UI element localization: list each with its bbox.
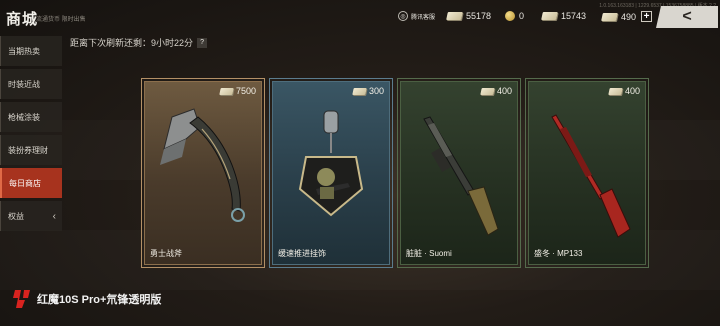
shop-item-card[interactable]: 7500 勇士战斧 (141, 78, 265, 268)
gold-coin-icon (505, 11, 515, 21)
sidebar-item-label: 时装近战 (8, 79, 40, 89)
chevron-left-icon: ‹ (52, 210, 56, 222)
watermark-text: 红魔10S Pro+氘锋透明版 (37, 294, 162, 306)
currency-value: 490 (621, 11, 637, 22)
circle-icon: ◎ (398, 11, 408, 21)
add-currency-button[interactable]: + (641, 11, 653, 22)
axe-icon (160, 108, 245, 222)
shop-item-card[interactable]: 400 盛冬 · MP133 (525, 78, 649, 268)
tencent-service-button[interactable]: ◎ 腾讯客服 (398, 11, 435, 21)
currency-ticket-2[interactable]: 15743 (541, 11, 587, 21)
sidebar-item-daily-shop[interactable]: 每日商店 (0, 168, 62, 198)
sidebar-item-label: 权益 (8, 211, 24, 221)
refresh-text: 距离下次刷新还剩：9小时22分 (70, 38, 194, 48)
sidebar-item-melee[interactable]: 时装近战 (0, 69, 62, 99)
page-subtitle: 流通货币 限时出售 (36, 17, 86, 23)
top-bar: 商城 流通货币 限时出售 1.0.163.163183 | 1229.6537 … (0, 0, 720, 36)
sidebar-item-label: 每日商店 (9, 178, 41, 188)
tencent-service-label: 腾讯客服 (411, 14, 436, 21)
currency-value: 55178 (466, 11, 492, 21)
device-watermark: 红魔10S Pro+氘锋透明版 (12, 288, 161, 310)
shotgun-icon (551, 114, 631, 238)
item-name: 缓速推进挂饰 (278, 249, 326, 258)
help-icon[interactable]: ? (197, 37, 208, 48)
ticket-icon (541, 12, 558, 20)
item-name: 脏脏 · Suomi (406, 249, 452, 258)
currency-ticket-3[interactable]: 490 + (601, 11, 653, 22)
item-name: 盛冬 · MP133 (534, 249, 583, 258)
charm-icon (298, 110, 364, 217)
currency-gold[interactable]: 0 (505, 11, 524, 21)
sidebar-item-voucher[interactable]: 装扮券理财 (0, 135, 62, 165)
sidebar-item-hot-sale[interactable]: 当期热卖 (0, 36, 62, 66)
sidebar-item-benefits[interactable]: 权益 ‹ (0, 201, 62, 231)
currency-ticket-1[interactable]: 55178 (446, 11, 492, 21)
sidebar: 当期热卖 时装近战 枪械涂装 装扮券理财 每日商店 权益 ‹ (0, 36, 62, 234)
ticket-icon (446, 12, 463, 20)
currency-value: 0 (519, 11, 525, 21)
sidebar-item-label: 装扮券理财 (8, 145, 48, 155)
sidebar-item-gun-skins[interactable]: 枪械涂装 (0, 102, 62, 132)
smg-icon (423, 116, 499, 236)
shop-item-card[interactable]: 400 脏脏 · Suomi (397, 78, 521, 268)
ticket-icon (601, 12, 618, 21)
redmagic-logo-icon (13, 290, 30, 308)
currency-value: 15743 (561, 11, 587, 21)
sidebar-item-label: 当期热卖 (8, 46, 40, 56)
sidebar-item-label: 枪械涂装 (8, 112, 40, 122)
item-name: 勇士战斧 (150, 249, 182, 258)
page-title: 商城 (6, 11, 39, 28)
back-button[interactable]: < (656, 6, 718, 28)
refresh-timer: 距离下次刷新还剩：9小时22分 ? (70, 36, 208, 49)
shop-item-card[interactable]: 300 缓速推进挂饰 (269, 78, 393, 268)
chevron-left-icon: < (682, 8, 692, 25)
